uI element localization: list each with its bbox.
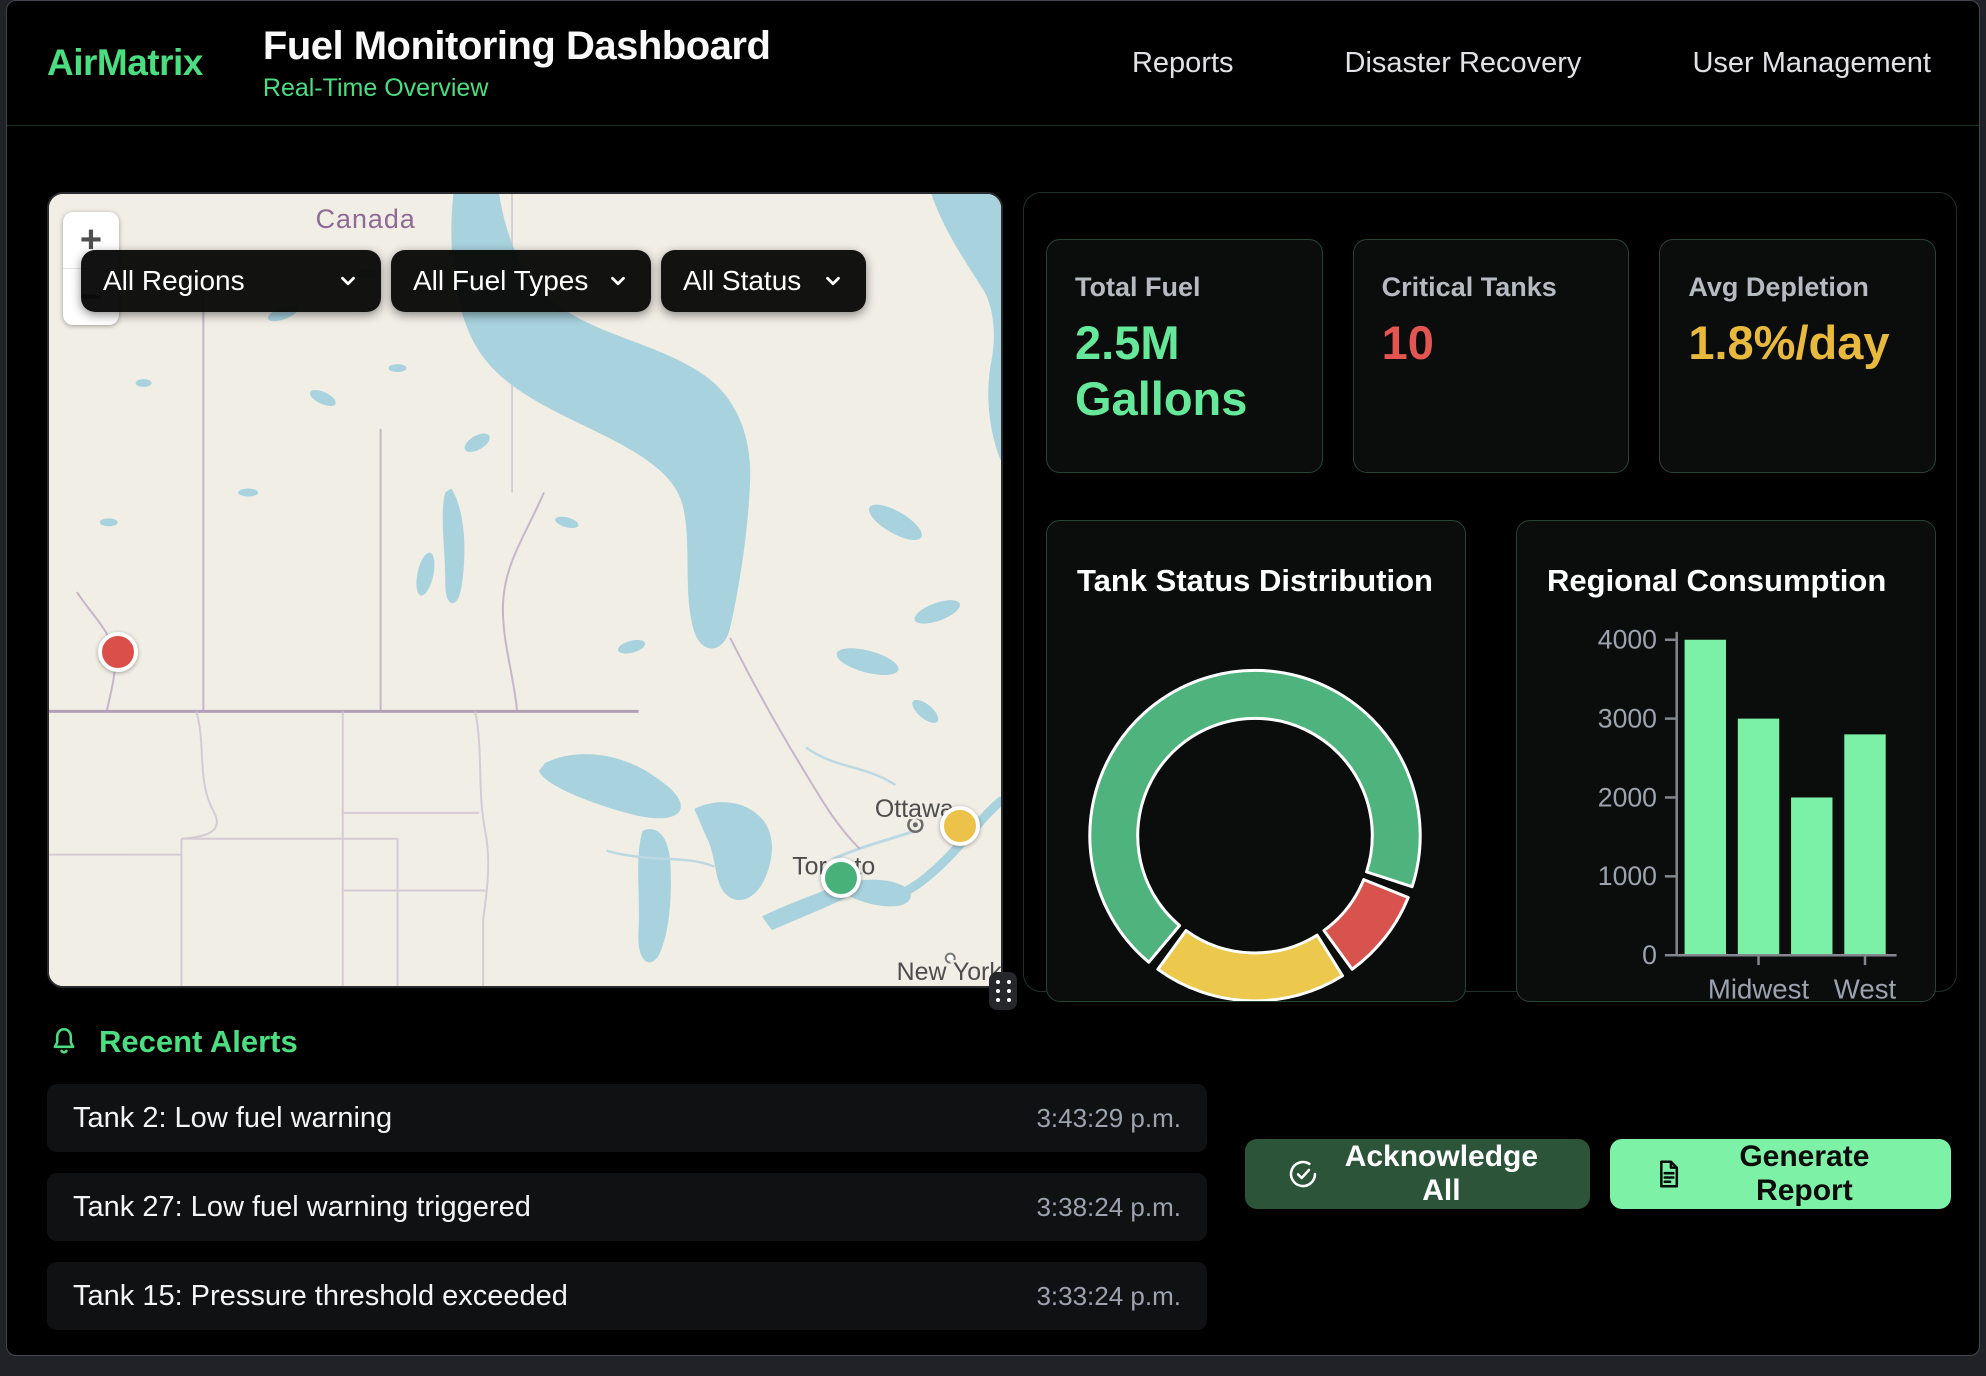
map-label-canada: Canada: [316, 204, 416, 234]
alert-message: Tank 27: Low fuel warning triggered: [73, 1191, 531, 1224]
regional-consumption-chart-card: Regional Consumption 01000200030004000Mi…: [1516, 520, 1936, 1002]
alert-message: Tank 15: Pressure threshold exceeded: [73, 1280, 568, 1313]
generate-report-button[interactable]: Generate Report: [1610, 1139, 1951, 1209]
map-filters: All Regions All Fuel Types All Status: [81, 250, 866, 312]
alerts-body: Tank 2: Low fuel warning 3:43:29 p.m. Ta…: [47, 1084, 1951, 1330]
stat-card-total-fuel: Total Fuel 2.5M Gallons: [1046, 239, 1323, 473]
fuel-type-filter-value: All Fuel Types: [413, 265, 588, 297]
stat-cards-row: Total Fuel 2.5M Gallons Critical Tanks 1…: [1046, 239, 1936, 473]
svg-text:3000: 3000: [1598, 703, 1657, 733]
region-filter-value: All Regions: [103, 265, 245, 297]
stat-label: Avg Depletion: [1688, 272, 1907, 303]
document-icon: [1652, 1158, 1684, 1190]
status-filter-select[interactable]: All Status: [661, 250, 866, 312]
acknowledge-all-label: Acknowledge All: [1335, 1140, 1548, 1208]
alerts-heading: Recent Alerts: [47, 1022, 1951, 1062]
region-filter-select[interactable]: All Regions: [81, 250, 381, 312]
stat-card-critical-tanks: Critical Tanks 10: [1353, 239, 1630, 473]
alert-timestamp: 3:33:24 p.m.: [1036, 1281, 1181, 1312]
stat-label: Critical Tanks: [1382, 272, 1601, 303]
alerts-list: Tank 2: Low fuel warning 3:43:29 p.m. Ta…: [47, 1084, 1207, 1330]
map-marker-critical[interactable]: [98, 632, 138, 672]
svg-text:2000: 2000: [1598, 782, 1657, 812]
stat-value-total-fuel: 2.5M Gallons: [1075, 315, 1260, 428]
map-container: Canada Ottawa Toronto New York + − All R…: [47, 192, 1003, 988]
page-title: Fuel Monitoring Dashboard: [263, 24, 770, 69]
map-label-newyork: New York: [897, 958, 1001, 986]
chevron-down-icon: [607, 270, 629, 292]
alert-row: Tank 27: Low fuel warning triggered 3:38…: [47, 1173, 1207, 1241]
svg-text:4000: 4000: [1598, 625, 1657, 655]
alert-row: Tank 2: Low fuel warning 3:43:29 p.m.: [47, 1084, 1207, 1152]
acknowledge-all-button[interactable]: Acknowledge All: [1245, 1139, 1590, 1209]
fuel-type-filter-select[interactable]: All Fuel Types: [391, 250, 651, 312]
stat-value-avg-depletion: 1.8%/day: [1688, 315, 1873, 371]
main-content: Canada Ottawa Toronto New York + − All R…: [7, 126, 1979, 992]
status-filter-value: All Status: [683, 265, 801, 297]
svg-text:Midwest: Midwest: [1708, 974, 1810, 1001]
map-marker-normal[interactable]: [821, 858, 861, 898]
map-marker-warning[interactable]: [940, 806, 980, 846]
tank-status-chart-card: Tank Status Distribution: [1046, 520, 1466, 1002]
bell-icon: [47, 1025, 81, 1059]
alerts-heading-label: Recent Alerts: [99, 1024, 298, 1060]
svg-text:0: 0: [1642, 940, 1657, 970]
alerts-actions: Acknowledge All Generate Report: [1245, 1139, 1951, 1209]
header: AirMatrix Fuel Monitoring Dashboard Real…: [7, 1, 1979, 126]
nav-reports[interactable]: Reports: [1132, 47, 1234, 80]
charts-row: Tank Status Distribution Regional Consum…: [1046, 520, 1936, 1002]
donut-chart: [1047, 521, 1465, 1001]
chevron-down-icon: [337, 270, 359, 292]
dashboard-app: AirMatrix Fuel Monitoring Dashboard Real…: [6, 0, 1980, 1356]
svg-text:1000: 1000: [1598, 861, 1657, 891]
alerts-section: Recent Alerts Tank 2: Low fuel warning 3…: [7, 992, 1979, 1330]
stat-label: Total Fuel: [1075, 272, 1294, 303]
main-nav: Reports Disaster Recovery User Managemen…: [1132, 47, 1931, 80]
stat-card-avg-depletion: Avg Depletion 1.8%/day: [1659, 239, 1936, 473]
alert-row: Tank 15: Pressure threshold exceeded 3:3…: [47, 1262, 1207, 1330]
alert-timestamp: 3:38:24 p.m.: [1036, 1192, 1181, 1223]
svg-text:West: West: [1834, 974, 1897, 1001]
page-subtitle: Real-Time Overview: [263, 74, 770, 103]
nav-disaster-recovery[interactable]: Disaster Recovery: [1345, 47, 1582, 80]
fuel-map[interactable]: Canada Ottawa Toronto New York + − All R…: [47, 192, 1003, 988]
alert-message: Tank 2: Low fuel warning: [73, 1102, 392, 1135]
nav-user-management[interactable]: User Management: [1692, 47, 1931, 80]
check-circle-icon: [1287, 1158, 1319, 1190]
chevron-down-icon: [822, 270, 844, 292]
bar-chart: 0 1000 2000 3000 4000 Midwest West: [1517, 521, 1935, 1001]
stat-value-critical-tanks: 10: [1382, 315, 1567, 371]
stats-panel: Total Fuel 2.5M Gallons Critical Tanks 1…: [1023, 192, 1957, 992]
resize-handle[interactable]: [989, 972, 1017, 1010]
alert-timestamp: 3:43:29 p.m.: [1036, 1103, 1181, 1134]
generate-report-label: Generate Report: [1700, 1140, 1909, 1208]
title-block: Fuel Monitoring Dashboard Real-Time Over…: [263, 24, 770, 103]
brand-logo[interactable]: AirMatrix: [47, 42, 203, 84]
